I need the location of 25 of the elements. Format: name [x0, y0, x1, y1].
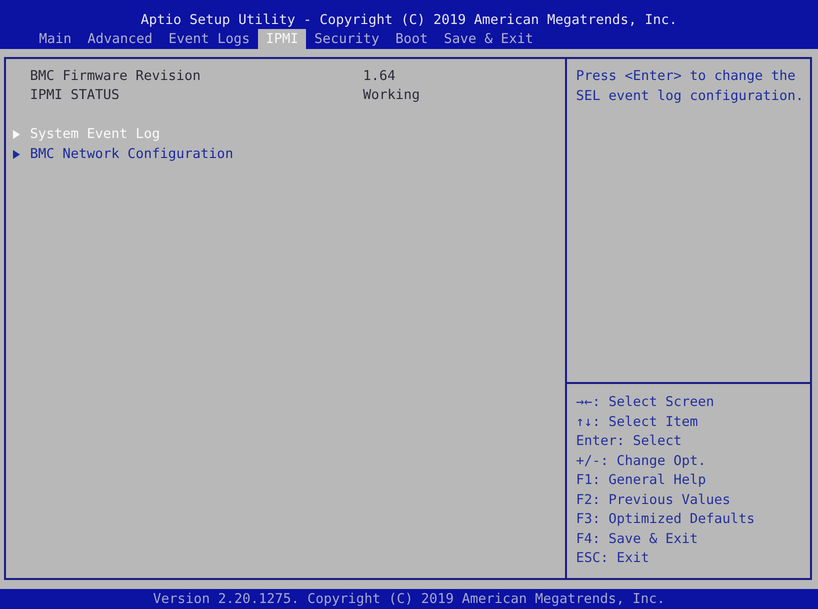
key-hint: →←: Select Screen — [576, 393, 714, 412]
key-hint: F4: Save & Exit — [576, 530, 698, 548]
menu-tab[interactable]: Advanced — [80, 29, 161, 49]
submenu-item[interactable]: BMC Network Configuration — [13, 144, 234, 164]
info-label: BMC Firmware Revision — [30, 66, 201, 86]
version-text: Version 2.20.1275. Copyright (C) 2019 American Megatrends, Inc. — [152, 590, 666, 609]
menu-tab[interactable]: Security — [306, 29, 388, 49]
menu-tab[interactable]: Event Logs — [160, 29, 258, 49]
triangle-icon — [13, 130, 20, 140]
key-hint: Enter: Select — [576, 432, 682, 451]
triangle-icon — [13, 150, 20, 159]
menu-tab[interactable]: Main — [31, 29, 80, 49]
key-hint: F1: General Help — [576, 471, 706, 490]
window-title: Aptio Setup Utility - Copyright (C) 2019 American Megatrends, Inc. — [140, 11, 678, 29]
info-label: IPMI STATUS — [30, 86, 120, 105]
key-hint: ESC: Exit — [576, 549, 650, 568]
info-value: 1.64 — [363, 66, 396, 86]
key-hint: +/-: Change Opt. — [576, 452, 706, 470]
menu-tab[interactable]: Save & Exit — [436, 29, 542, 49]
key-hint: ↑↓: Select Item — [576, 412, 698, 432]
key-hint: F2: Previous Values — [576, 490, 730, 510]
help-text: Press <Enter> to change the SEL event log configuration. — [576, 67, 804, 106]
info-value: Working — [363, 86, 420, 105]
menu-tab[interactable]: Boot — [387, 29, 436, 49]
key-hint: F3: Optimized Defaults — [576, 510, 755, 529]
